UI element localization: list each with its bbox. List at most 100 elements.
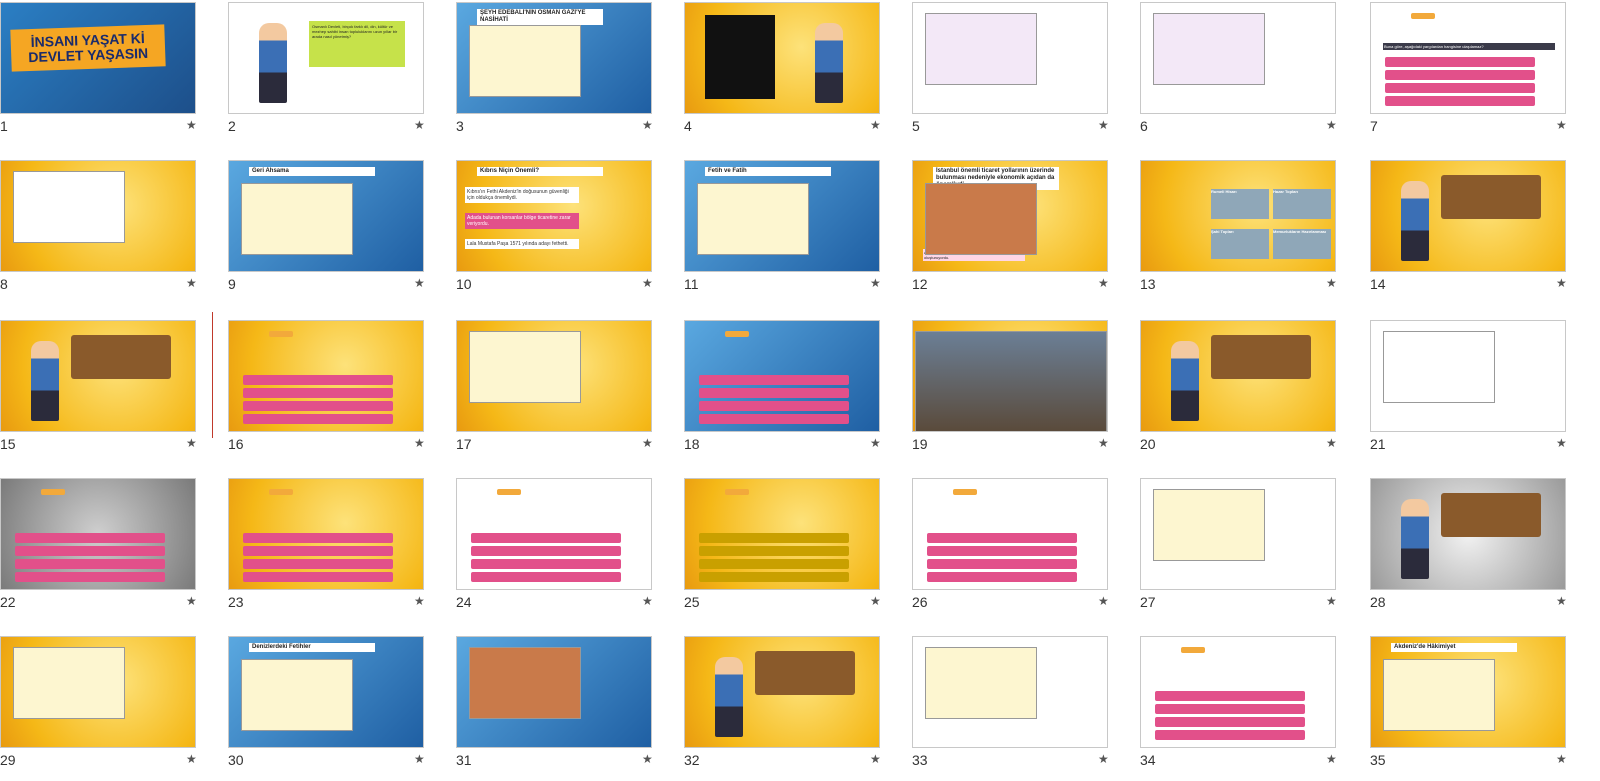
- transition-star-icon[interactable]: ★: [1556, 436, 1567, 450]
- slide-preview[interactable]: [912, 478, 1108, 590]
- transition-star-icon[interactable]: ★: [870, 276, 881, 290]
- slide-preview[interactable]: [684, 2, 880, 114]
- transition-star-icon[interactable]: ★: [1098, 118, 1109, 132]
- slide-preview[interactable]: Fetih ve Fatih: [684, 160, 880, 272]
- slide-preview[interactable]: [0, 478, 196, 590]
- transition-star-icon[interactable]: ★: [1098, 276, 1109, 290]
- slide-thumbnail-16[interactable]: 16 ★: [228, 320, 456, 465]
- transition-star-icon[interactable]: ★: [1098, 752, 1109, 766]
- transition-star-icon[interactable]: ★: [1556, 118, 1567, 132]
- transition-star-icon[interactable]: ★: [414, 276, 425, 290]
- slide-thumbnail-14[interactable]: 14 ★: [1370, 160, 1598, 305]
- transition-star-icon[interactable]: ★: [870, 436, 881, 450]
- transition-star-icon[interactable]: ★: [642, 752, 653, 766]
- slide-preview[interactable]: İNSANI YAŞAT Kİ DEVLET YAŞASIN: [0, 2, 196, 114]
- slide-thumbnail-28[interactable]: 28 ★: [1370, 478, 1598, 623]
- slide-thumbnail-29[interactable]: 29 ★: [0, 636, 228, 781]
- slide-preview[interactable]: [1370, 478, 1566, 590]
- transition-star-icon[interactable]: ★: [642, 594, 653, 608]
- transition-star-icon[interactable]: ★: [1556, 276, 1567, 290]
- transition-star-icon[interactable]: ★: [870, 752, 881, 766]
- slide-preview[interactable]: [1140, 2, 1336, 114]
- transition-star-icon[interactable]: ★: [186, 594, 197, 608]
- slide-thumbnail-19[interactable]: 19 ★: [912, 320, 1140, 465]
- slide-preview[interactable]: Kıbrıs Niçin Önemli? Kıbrıs'ın Fethi Akde…: [456, 160, 652, 272]
- slide-preview[interactable]: [684, 478, 880, 590]
- transition-star-icon[interactable]: ★: [1326, 752, 1337, 766]
- slide-thumbnail-33[interactable]: 33 ★: [912, 636, 1140, 781]
- transition-star-icon[interactable]: ★: [186, 752, 197, 766]
- slide-thumbnail-1[interactable]: İNSANI YAŞAT Kİ DEVLET YAŞASIN 1 ★: [0, 2, 228, 147]
- slide-preview[interactable]: Rumeli Hisarı Hazar Topları Şahi Topları Me…: [1140, 160, 1336, 272]
- slide-thumbnail-6[interactable]: 6 ★: [1140, 2, 1368, 147]
- slide-thumbnail-27[interactable]: 27 ★: [1140, 478, 1368, 623]
- transition-star-icon[interactable]: ★: [1098, 594, 1109, 608]
- slide-preview[interactable]: [228, 478, 424, 590]
- transition-star-icon[interactable]: ★: [1326, 594, 1337, 608]
- slide-preview[interactable]: Osmanlı Devleti, birçok farklı dil, din,…: [228, 2, 424, 114]
- slide-thumbnail-20[interactable]: 20 ★: [1140, 320, 1368, 465]
- transition-star-icon[interactable]: ★: [1326, 436, 1337, 450]
- slide-preview[interactable]: [456, 636, 652, 748]
- slide-preview[interactable]: [456, 478, 652, 590]
- slide-thumbnail-34[interactable]: 34 ★: [1140, 636, 1368, 781]
- slide-thumbnail-15[interactable]: 15 ★: [0, 320, 228, 465]
- transition-star-icon[interactable]: ★: [414, 752, 425, 766]
- transition-star-icon[interactable]: ★: [414, 118, 425, 132]
- slide-thumbnail-24[interactable]: 24 ★: [456, 478, 684, 623]
- slide-preview[interactable]: [912, 636, 1108, 748]
- slide-preview[interactable]: Akdeniz'de Hâkimiyet: [1370, 636, 1566, 748]
- slide-preview[interactable]: [228, 320, 424, 432]
- transition-star-icon[interactable]: ★: [642, 436, 653, 450]
- transition-star-icon[interactable]: ★: [1556, 752, 1567, 766]
- slide-preview[interactable]: [1370, 160, 1566, 272]
- slide-preview[interactable]: [912, 320, 1108, 432]
- transition-star-icon[interactable]: ★: [1556, 594, 1567, 608]
- slide-preview[interactable]: ŞEYH EDEBALİ'NİN OSMAN GAZİ'YE NASİHATİ: [456, 2, 652, 114]
- slide-thumbnail-10[interactable]: Kıbrıs Niçin Önemli? Kıbrıs'ın Fethi Akde…: [456, 160, 684, 305]
- slide-thumbnail-23[interactable]: 23 ★: [228, 478, 456, 623]
- slide-thumbnail-31[interactable]: 31 ★: [456, 636, 684, 781]
- slide-thumbnail-26[interactable]: 26 ★: [912, 478, 1140, 623]
- slide-thumbnail-5[interactable]: 5 ★: [912, 2, 1140, 147]
- slide-thumbnail-7[interactable]: Buna göre, aşağıdaki yargılardan hangisi…: [1370, 2, 1598, 147]
- slide-thumbnail-35[interactable]: Akdeniz'de Hâkimiyet 35 ★: [1370, 636, 1598, 781]
- slide-preview[interactable]: [456, 320, 652, 432]
- transition-star-icon[interactable]: ★: [186, 118, 197, 132]
- transition-star-icon[interactable]: ★: [642, 118, 653, 132]
- slide-preview[interactable]: [0, 320, 196, 432]
- slide-preview[interactable]: [684, 320, 880, 432]
- slide-preview[interactable]: [1140, 320, 1336, 432]
- transition-star-icon[interactable]: ★: [414, 436, 425, 450]
- slide-preview[interactable]: Geri Ahsama: [228, 160, 424, 272]
- slide-preview[interactable]: [1140, 636, 1336, 748]
- transition-star-icon[interactable]: ★: [642, 276, 653, 290]
- slide-thumbnail-11[interactable]: Fetih ve Fatih 11 ★: [684, 160, 912, 305]
- transition-star-icon[interactable]: ★: [1098, 436, 1109, 450]
- transition-star-icon[interactable]: ★: [186, 276, 197, 290]
- slide-thumbnail-32[interactable]: 32 ★: [684, 636, 912, 781]
- transition-star-icon[interactable]: ★: [870, 118, 881, 132]
- slide-preview[interactable]: [1140, 478, 1336, 590]
- transition-star-icon[interactable]: ★: [870, 594, 881, 608]
- slide-preview[interactable]: İstanbul önemli ticaret yollarının üzeri…: [912, 160, 1108, 272]
- transition-star-icon[interactable]: ★: [186, 436, 197, 450]
- slide-preview[interactable]: [0, 160, 196, 272]
- slide-thumbnail-25[interactable]: 25 ★: [684, 478, 912, 623]
- slide-thumbnail-4[interactable]: 4 ★: [684, 2, 912, 147]
- transition-star-icon[interactable]: ★: [1326, 118, 1337, 132]
- slide-thumbnail-8[interactable]: 8 ★: [0, 160, 228, 305]
- slide-thumbnail-18[interactable]: 18 ★: [684, 320, 912, 465]
- slide-thumbnail-13[interactable]: Rumeli Hisarı Hazar Topları Şahi Topları Me…: [1140, 160, 1368, 305]
- slide-thumbnail-30[interactable]: Denizlerdeki Fetihler 30 ★: [228, 636, 456, 781]
- slide-preview[interactable]: Denizlerdeki Fetihler: [228, 636, 424, 748]
- slide-thumbnail-21[interactable]: 21 ★: [1370, 320, 1598, 465]
- slide-preview[interactable]: [1370, 320, 1566, 432]
- slide-preview[interactable]: [912, 2, 1108, 114]
- slide-thumbnail-17[interactable]: 17 ★: [456, 320, 684, 465]
- transition-star-icon[interactable]: ★: [414, 594, 425, 608]
- slide-preview[interactable]: [684, 636, 880, 748]
- slide-preview[interactable]: Buna göre, aşağıdaki yargılardan hangisi…: [1370, 2, 1566, 114]
- slide-thumbnail-9[interactable]: Geri Ahsama 9 ★: [228, 160, 456, 305]
- slide-thumbnail-12[interactable]: İstanbul önemli ticaret yollarının üzeri…: [912, 160, 1140, 305]
